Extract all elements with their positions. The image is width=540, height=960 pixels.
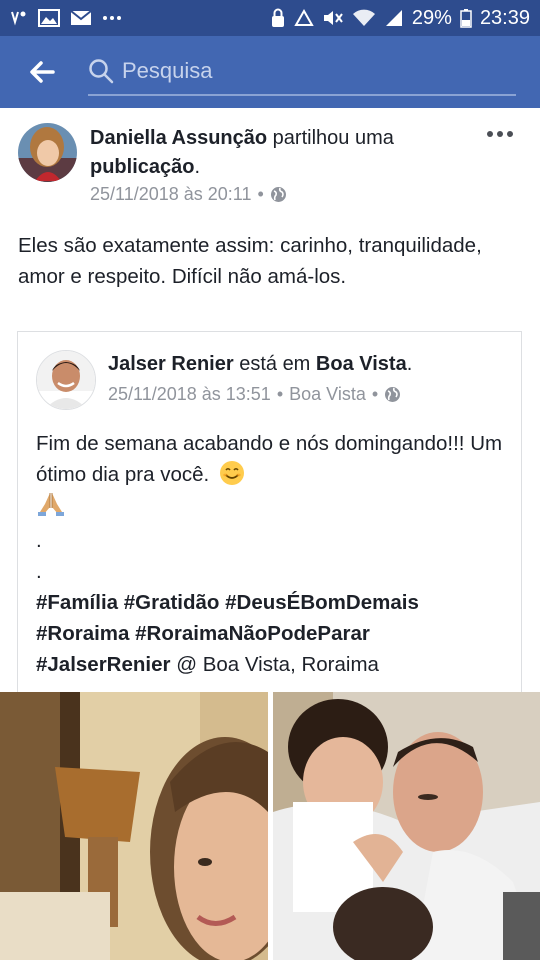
hashtag-link[interactable]: #JalserRenier [36, 653, 170, 676]
search-input[interactable]: Pesquisa [88, 48, 516, 96]
location-tag[interactable]: @ Boa Vista, Roraima [176, 653, 379, 676]
post-date[interactable]: 25/11/2018 às 20:11 [90, 184, 251, 205]
post-action: partilhou uma [272, 127, 394, 149]
dot-line: . [36, 560, 42, 583]
separator-dot: • [276, 384, 284, 404]
shared-verb: está em [239, 353, 311, 375]
clock-time: 23:39 [479, 6, 530, 29]
author-name[interactable]: Daniella Assunção [90, 127, 267, 149]
hashtag-link[interactable]: #Gratidão [124, 591, 220, 614]
period: . [406, 353, 413, 375]
battery-percent: 29% [411, 6, 452, 29]
hashtag-link[interactable]: #Roraima [36, 622, 129, 645]
photo-2[interactable] [273, 692, 540, 960]
shared-author-name[interactable]: Jalser Renier [108, 353, 234, 375]
mute-icon [323, 11, 343, 25]
dot-line: . [36, 529, 42, 552]
back-button[interactable] [0, 36, 84, 108]
search-placeholder: Pesquisa [122, 58, 213, 83]
post-meta: 25/11/2018 às 20:11 • [90, 184, 287, 205]
hashtags-line2: #Roraima #RoraimaNãoPodeParar [36, 618, 506, 649]
hashtag-link[interactable]: #DeusÉBomDemais [225, 591, 419, 614]
shared-author-avatar[interactable] [36, 350, 96, 410]
cell-signal-icon [385, 10, 402, 26]
shared-text-line1: Fim de semana acabando e nós domingando!… [36, 428, 506, 490]
shared-text-content: Fim de semana acabando e nós domingando!… [36, 432, 503, 486]
shared-object-link[interactable]: publicação [90, 156, 194, 178]
hashtag-link[interactable]: #Família [36, 591, 118, 614]
lock-icon [271, 8, 284, 27]
shared-post-text: Fim de semana acabando e nós domingando!… [36, 428, 506, 680]
shared-place-link[interactable]: Boa Vista [316, 353, 407, 375]
separator-dot: • [371, 384, 379, 404]
more-notifications-icon [103, 16, 121, 20]
pray-emoji-line [36, 490, 506, 525]
status-left-icons [10, 8, 122, 28]
more-options-button[interactable] [486, 126, 514, 142]
status-right: 29% 23:39 [270, 7, 530, 30]
hashtags-line3: #JalserRenier @ Boa Vista, Roraima [36, 649, 506, 680]
shared-post-card[interactable]: Jalser Renier está em Boa Vista. 25/11/2… [17, 331, 522, 701]
battery-icon [460, 9, 472, 28]
wifi-icon [352, 9, 375, 26]
photo-grid [0, 692, 540, 960]
more-dots-icon [487, 131, 513, 137]
gallery-icon [38, 9, 60, 27]
app-header: Pesquisa [0, 36, 540, 108]
post-text: Eles são exatamente assim: carinho, tran… [18, 234, 482, 288]
author-avatar[interactable] [18, 123, 77, 182]
pray-emoji-icon [38, 493, 64, 516]
photo-1[interactable] [0, 692, 268, 960]
shared-location[interactable]: Boa Vista [289, 384, 366, 405]
post-header: Daniella Assunção partilhou uma publicaç… [90, 124, 485, 182]
period: . [194, 156, 201, 178]
shared-post-meta: 25/11/2018 às 13:51 • Boa Vista • [108, 384, 401, 405]
separator-dot: • [257, 184, 264, 204]
globe-icon [270, 187, 286, 202]
status-bar: 29% 23:39 [0, 0, 540, 36]
back-arrow-icon [30, 61, 55, 83]
smile-emoji-icon [219, 461, 244, 485]
shared-post-date[interactable]: 25/11/2018 às 13:51 [108, 384, 271, 405]
signal-alt-icon [11, 11, 26, 26]
globe-icon [385, 387, 401, 402]
hashtags-line1: #Família #Gratidão #DeusÉBomDemais [36, 587, 506, 618]
hashtag-link[interactable]: #RoraimaNãoPodeParar [135, 622, 370, 645]
shared-post-header: Jalser Renier está em Boa Vista. [108, 350, 412, 378]
recycle-icon [294, 9, 314, 26]
mail-icon [70, 10, 92, 25]
search-icon [89, 59, 114, 84]
